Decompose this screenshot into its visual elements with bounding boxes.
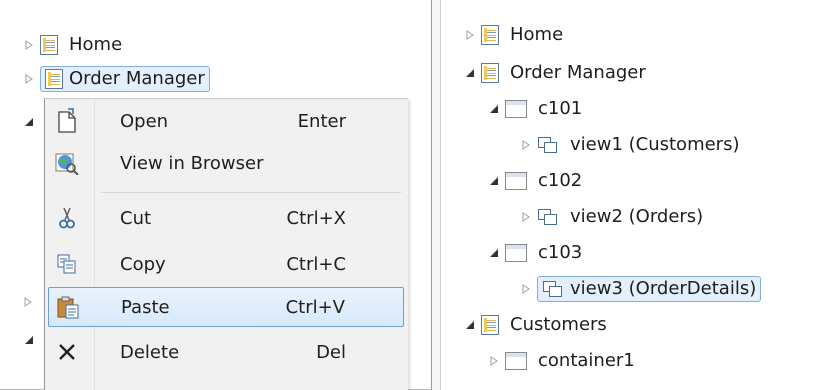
- menu-item-delete[interactable]: Delete Del: [48, 332, 404, 372]
- menu-item-paste[interactable]: Paste Ctrl+V: [48, 287, 404, 327]
- collapse-arrow-icon[interactable]: [487, 174, 501, 188]
- expand-arrow-icon[interactable]: [519, 282, 533, 296]
- menu-item-shortcut: Del: [316, 341, 346, 363]
- globe-icon: [48, 151, 86, 175]
- tree-item-home[interactable]: Home: [463, 20, 568, 50]
- scissors-icon: [48, 206, 86, 230]
- tree-item-label: container1: [538, 350, 635, 371]
- tree-item-container1[interactable]: container1: [487, 346, 640, 376]
- right-tree-pane: Home Order Manager c101 view1 (Customers…: [440, 0, 822, 390]
- expand-arrow-icon[interactable]: [24, 292, 32, 311]
- menu-item-copy[interactable]: Copy Ctrl+C: [48, 244, 404, 284]
- pane-divider: [432, 0, 440, 390]
- tree-item-label: c103: [538, 242, 583, 263]
- container-icon: [505, 352, 527, 370]
- selected-item[interactable]: Order Manager: [40, 66, 210, 92]
- view-icon: [542, 280, 564, 298]
- menu-item-shortcut: Ctrl+X: [286, 207, 346, 229]
- container-icon: [505, 172, 527, 190]
- tree-item-view3[interactable]: view3 (OrderDetails): [519, 274, 762, 304]
- page-icon: [481, 63, 499, 83]
- menu-item-label: Cut: [120, 207, 152, 229]
- expand-arrow-icon[interactable]: [463, 28, 477, 42]
- tree-item-label: view1 (Customers): [570, 134, 740, 155]
- menu-item-open[interactable]: Open Enter: [48, 101, 404, 141]
- left-tree-pane: Home Order Manager Open Enter View in Br…: [0, 0, 432, 390]
- menu-item-shortcut: Ctrl+V: [285, 296, 345, 318]
- container-icon: [505, 100, 527, 118]
- tree-item-view2[interactable]: view2 (Orders): [519, 202, 708, 232]
- tree-item-label: c102: [538, 170, 583, 191]
- menu-separator: [101, 192, 401, 193]
- copy-icon: [48, 253, 86, 275]
- menu-item-cut[interactable]: Cut Ctrl+X: [48, 198, 404, 238]
- collapse-arrow-icon[interactable]: [24, 330, 34, 349]
- tree-item-label: Order Manager: [69, 68, 205, 89]
- tree-item-home[interactable]: Home: [22, 30, 127, 60]
- tree-item-label: Order Manager: [510, 62, 646, 83]
- page-icon: [481, 25, 499, 45]
- tree-item-label: c101: [538, 98, 583, 119]
- page-icon: [481, 315, 499, 335]
- tree-item-label: view2 (Orders): [570, 206, 704, 227]
- tree-item-view1[interactable]: view1 (Customers): [519, 130, 744, 160]
- expand-arrow-icon[interactable]: [22, 38, 36, 52]
- context-menu: Open Enter View in Browser Cut Ctrl+X Co…: [44, 98, 408, 390]
- expand-arrow-icon[interactable]: [22, 72, 36, 86]
- open-document-icon: [48, 108, 86, 134]
- tree-item-label: Customers: [510, 314, 607, 335]
- expand-arrow-icon[interactable]: [519, 138, 533, 152]
- view-icon: [537, 208, 559, 226]
- page-icon: [40, 35, 58, 55]
- menu-item-label: View in Browser: [120, 152, 264, 174]
- menu-item-label: Paste: [121, 296, 170, 318]
- expand-arrow-icon[interactable]: [487, 354, 501, 368]
- collapse-arrow-icon[interactable]: [463, 66, 477, 80]
- tree-item-label: view3 (OrderDetails): [570, 278, 757, 299]
- tree-item-c103[interactable]: c103: [487, 238, 587, 268]
- menu-item-label: Copy: [120, 253, 166, 275]
- menu-item-label: Open: [120, 110, 169, 132]
- collapse-arrow-icon[interactable]: [487, 246, 501, 260]
- menu-item-shortcut: Ctrl+C: [286, 253, 346, 275]
- selected-item[interactable]: view3 (OrderDetails): [537, 276, 762, 302]
- tree-item-c102[interactable]: c102: [487, 166, 587, 196]
- tree-item-c101[interactable]: c101: [487, 94, 587, 124]
- tree-item-order-manager[interactable]: Order Manager: [22, 64, 210, 94]
- container-icon: [505, 244, 527, 262]
- x-delete-icon: [48, 342, 86, 362]
- clipboard-paste-icon: [49, 295, 87, 319]
- menu-item-shortcut: Enter: [297, 110, 346, 132]
- collapse-arrow-icon[interactable]: [463, 318, 477, 332]
- tree-item-customers[interactable]: Customers: [463, 310, 612, 340]
- tree-item-label: Home: [69, 34, 123, 55]
- menu-item-label: Delete: [120, 341, 180, 363]
- collapse-arrow-icon[interactable]: [487, 102, 501, 116]
- collapse-arrow-icon[interactable]: [24, 112, 34, 131]
- tree-item-order-manager[interactable]: Order Manager: [463, 58, 651, 88]
- expand-arrow-icon[interactable]: [519, 210, 533, 224]
- tree-item-label: Home: [510, 24, 564, 45]
- menu-item-view-in-browser[interactable]: View in Browser: [48, 143, 404, 183]
- view-icon: [537, 136, 559, 154]
- page-icon: [45, 69, 63, 89]
